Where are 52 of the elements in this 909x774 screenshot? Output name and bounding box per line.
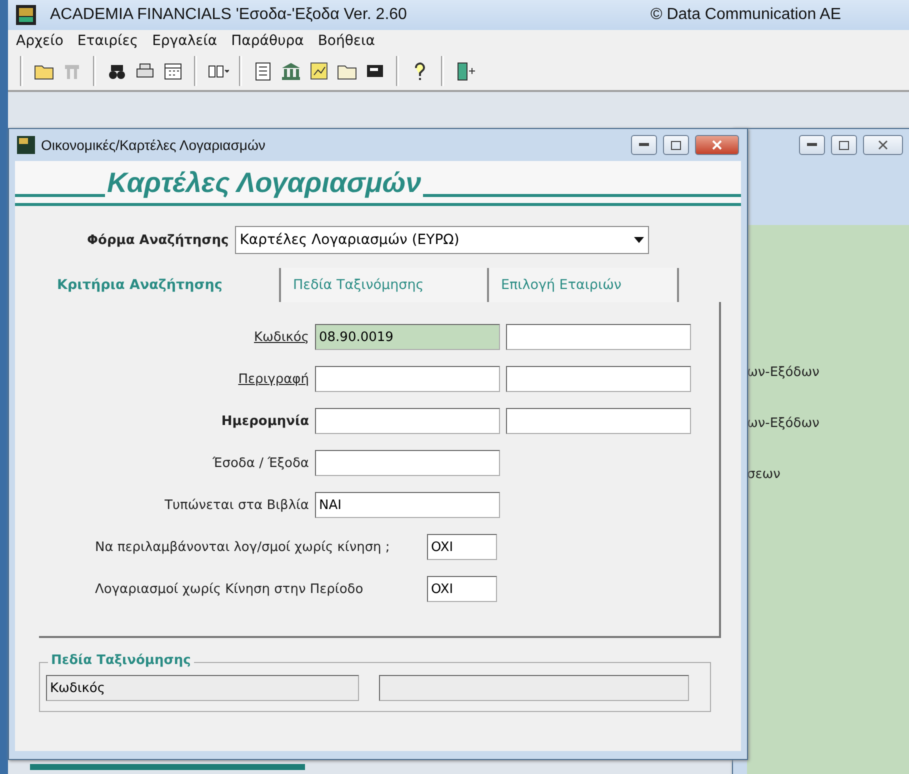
list-text: σεων (747, 467, 782, 482)
input-field[interactable]: OXI (427, 576, 497, 602)
input-field[interactable] (506, 408, 691, 434)
menu-item[interactable]: Εταιρίες (77, 33, 138, 49)
group-title: Πεδία Ταξινόμησης (48, 653, 194, 668)
field-label: Ημερομηνία (220, 414, 309, 428)
minimize-button[interactable] (631, 135, 657, 155)
input-field[interactable]: NAI (315, 492, 500, 518)
input-field[interactable]: 08.90.0019 (315, 324, 500, 350)
maximize-button[interactable] (831, 135, 857, 155)
list-text: ων-Εξόδων (747, 416, 820, 431)
menu-item[interactable]: Βοήθεια (318, 33, 375, 49)
close-button[interactable] (695, 135, 739, 155)
field-label: Κωδικός (252, 330, 309, 344)
option-label: Λογαριασμοί χωρίς Κίνηση στην Περίοδο (94, 582, 364, 596)
input-field[interactable] (315, 366, 500, 392)
list-text: ων-Εξόδων (747, 365, 820, 380)
bank-icon[interactable] (280, 60, 302, 82)
dropdown-arrow-icon (634, 237, 644, 243)
copyright-text: © Data Communication AE (650, 6, 841, 24)
close-icon (878, 140, 888, 150)
option-label: Να περιλαμβάνονται λογ/σμοί χωρίς κίνηση ; (94, 540, 391, 554)
minimize-icon (639, 143, 649, 147)
form-heading: Καρτέλες Λογαριασμών (106, 167, 422, 200)
maximize-button[interactable] (663, 135, 689, 155)
dialog-title: Οικονομικές/Καρτέλες Λογαριασμών (41, 137, 266, 153)
field-label: Έσοδα / Έξοδα (212, 456, 309, 470)
maximize-icon (671, 140, 681, 150)
tab[interactable]: Πεδία Ταξινόμησης (281, 268, 489, 302)
minimize-button[interactable] (799, 135, 825, 155)
readonly-field: Κωδικός (46, 675, 359, 701)
input-field[interactable] (315, 450, 500, 476)
chart-folder-icon[interactable] (308, 60, 330, 82)
menu-item[interactable]: Εργαλεία (152, 33, 218, 49)
maximize-icon (839, 140, 849, 150)
close-button[interactable] (863, 135, 903, 155)
input-field[interactable]: OXI (427, 534, 497, 560)
menu-item[interactable]: Παράθυρα (231, 33, 304, 49)
app-icon (16, 5, 36, 25)
field-label: Περιγραφή (237, 372, 309, 386)
input-field[interactable] (315, 408, 500, 434)
close-icon (712, 140, 722, 150)
tab[interactable]: Επιλογή Εταιριών (489, 268, 679, 302)
form-label: Φόρμα Αναζήτησης (87, 232, 229, 248)
field-label: Τυπώνεται στα Βιβλία (164, 498, 309, 512)
input-field[interactable] (506, 324, 691, 350)
input-field[interactable] (506, 366, 691, 392)
search-form-dropdown[interactable]: Καρτέλες Λογαριασμών (ΕΥΡΩ) (234, 226, 649, 254)
minimize-icon (807, 143, 817, 147)
menu-item[interactable]: Αρχείο (16, 33, 64, 49)
window-icon (17, 136, 35, 154)
window-title: ACADEMIA FINANCIALS 'Εσοδα-'Εξοδα Ver. 2.60 (50, 6, 407, 24)
